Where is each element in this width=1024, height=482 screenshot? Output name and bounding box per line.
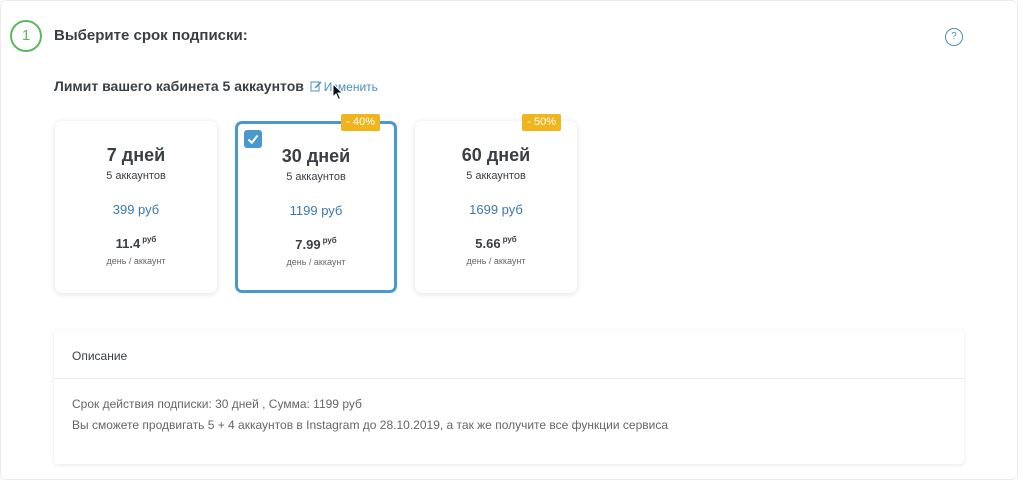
plan-card-30-days[interactable]: - 40% 30 дней 5 аккаунтов 1199 руб 7.99 р… [235, 114, 397, 293]
plan-per-day-unit: руб [142, 235, 157, 244]
plan-price: 399 руб [112, 202, 160, 217]
plan-price: 1199 руб [289, 203, 343, 218]
plan-per-day-value: 7.99 [295, 237, 321, 252]
plan-per-day-price: 11.4 руб [55, 235, 217, 251]
plan-accounts: 5 аккаунтов [106, 170, 166, 182]
plan-accounts: 5 аккаунтов [286, 171, 346, 183]
discount-badge: - 50% [522, 114, 561, 131]
discount-badge: - 40% [341, 114, 380, 131]
account-limit-line: Лимит вашего кабинета 5 аккаунтов Измени… [54, 78, 378, 94]
description-header: Описание [72, 349, 128, 363]
description-summary: Срок действия подписки: 30 дней , Сумма:… [72, 397, 362, 411]
plan-accounts: 5 аккаунтов [466, 170, 526, 182]
plan-duration: 60 дней [461, 145, 531, 165]
subscription-panel: 1 Выберите срок подписки: ? Лимит вашего… [0, 0, 1018, 480]
step-title: Выберите срок подписки: [54, 27, 248, 44]
description-details: Вы сможете продвигать 5 + 4 аккаунтов в … [72, 418, 669, 432]
question-mark-icon[interactable]: ? [945, 28, 963, 46]
plan-per-day-price: 5.66 руб [415, 235, 577, 251]
plan-per-day-price: 7.99 руб [238, 236, 394, 252]
edit-icon [310, 81, 322, 92]
plan-per-day-value: 11.4 [115, 236, 141, 251]
plan-duration: 30 дней [281, 146, 351, 166]
plan-per-day-value: 5.66 [475, 236, 501, 251]
description-divider [54, 378, 964, 379]
plan-duration: 7 дней [106, 145, 166, 165]
description-card: Описание Срок действия подписки: 30 дней… [54, 330, 964, 464]
plan-per-day-label: день / аккаунт [286, 257, 346, 267]
plan-card-60-days[interactable]: - 50% 60 дней 5 аккаунтов 1699 руб 5.66 р… [415, 114, 577, 293]
account-limit-text: Лимит вашего кабинета 5 аккаунтов [54, 78, 304, 94]
plan-price: 1699 руб [469, 202, 523, 217]
mouse-pointer-icon [332, 83, 344, 101]
plan-per-day-unit: руб [502, 235, 517, 244]
plan-per-day-label: день / аккаунт [106, 256, 166, 266]
plan-per-day-unit: руб [322, 236, 337, 245]
plan-per-day-label: день / аккаунт [466, 256, 526, 266]
plan-card-7-days[interactable]: 7 дней 5 аккаунтов 399 руб 11.4 руб день … [55, 121, 217, 293]
step-number-badge: 1 [10, 20, 42, 52]
